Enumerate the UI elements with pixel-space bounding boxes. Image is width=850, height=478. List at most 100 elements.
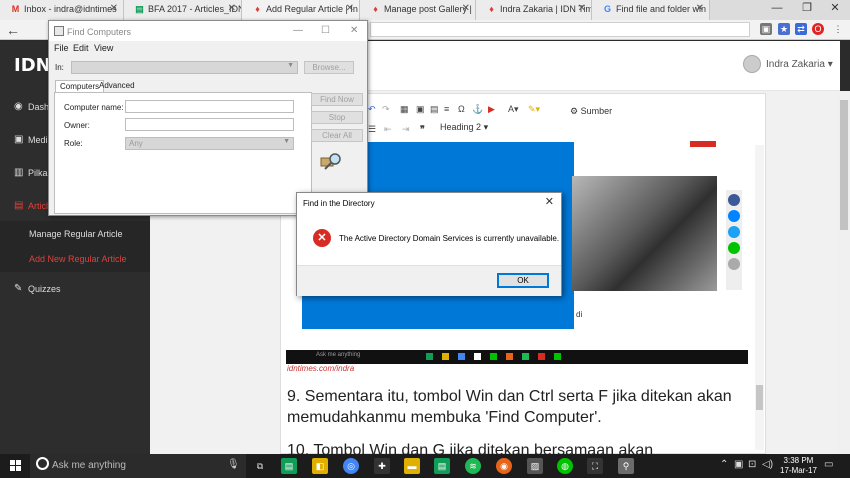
clear-all-button[interactable]: Clear All — [311, 129, 363, 142]
sidebar-item-quizzes[interactable]: ✎ Quizzes — [0, 276, 150, 302]
app-icon — [490, 353, 497, 360]
sheets-app-icon[interactable]: ▤ — [434, 458, 450, 474]
tab-gmail[interactable]: M Inbox - indra@idntimes ✕ — [0, 0, 124, 20]
heading-select[interactable]: Heading 2 ▾ — [440, 122, 488, 133]
sheets-app-icon[interactable]: ▤ — [281, 458, 297, 474]
owner-field[interactable] — [125, 118, 294, 131]
table-icon[interactable]: ▤ — [430, 104, 439, 115]
chrome-icon[interactable]: ◎ — [343, 458, 359, 474]
quote-icon[interactable]: ❞ — [420, 124, 425, 135]
windows-start-icon[interactable] — [10, 460, 22, 472]
align-icon[interactable]: ≡ — [444, 104, 449, 114]
user-menu[interactable]: Indra Zakaria ▾ — [766, 59, 833, 70]
menu-file[interactable]: File — [54, 43, 69, 53]
maximize-icon[interactable]: ❐ — [792, 0, 822, 18]
sticky-notes-icon[interactable]: ◧ — [312, 458, 328, 474]
source-icon: ⚙ — [570, 106, 578, 116]
role-select[interactable]: Any▼ — [125, 137, 294, 150]
maximize-icon[interactable]: ☐ — [321, 25, 330, 36]
sidebar-sub-manage-article[interactable]: Manage Regular Article — [0, 221, 150, 247]
url-field[interactable] — [370, 22, 750, 37]
messenger-icon[interactable] — [728, 210, 740, 222]
line-icon[interactable] — [728, 242, 740, 254]
find-computers-app-icon[interactable]: ⚲ — [618, 458, 634, 474]
app-grid-icon[interactable]: ✚ — [374, 458, 390, 474]
back-arrow-icon[interactable]: ← — [6, 22, 20, 38]
sumber-button[interactable]: ⚙ Sumber — [570, 106, 612, 117]
network-app-icon[interactable]: ⛶ — [587, 458, 603, 474]
dialog-title: Find in the Directory — [303, 199, 375, 208]
close-icon[interactable]: ✕ — [228, 3, 236, 14]
font-color-icon[interactable]: A▾ — [508, 104, 519, 115]
close-window-icon[interactable]: ✕ — [820, 0, 850, 18]
find-now-button[interactable]: Find Now — [311, 93, 363, 106]
opera-icon[interactable]: O — [812, 23, 824, 35]
list-icon[interactable]: ☰ — [368, 124, 376, 135]
spotify-icon[interactable]: ≋ — [465, 458, 481, 474]
image-icon[interactable]: ▣ — [416, 104, 425, 115]
sidebar-sub-add-article[interactable]: Add New Regular Article — [0, 246, 150, 272]
twitter-icon[interactable] — [728, 226, 740, 238]
close-icon[interactable]: ✕ — [346, 3, 354, 14]
video-icon[interactable]: ▶ — [488, 104, 495, 115]
close-icon[interactable]: ✕ — [545, 195, 554, 208]
close-icon[interactable]: ✕ — [350, 25, 358, 36]
tab-add-regular-article[interactable]: ♦ Add Regular Article | In ✕ — [242, 0, 360, 20]
facebook-icon[interactable] — [728, 194, 740, 206]
taskbar-clock[interactable]: 3:38 PM 17-Mar-17 — [780, 456, 817, 476]
bookmark-icon: ♦ — [370, 4, 381, 15]
dashboard-icon: ◉ — [14, 94, 23, 120]
translate-icon[interactable]: ▣ — [760, 23, 772, 35]
redo-icon[interactable]: ↷ — [382, 104, 390, 115]
extension-icon[interactable]: ★ — [778, 23, 790, 35]
tray-chevron-icon[interactable]: ⌃ — [720, 459, 728, 470]
menu-view[interactable]: View — [94, 43, 113, 53]
firefox-icon[interactable]: ◉ — [496, 458, 512, 474]
close-icon[interactable]: ✕ — [462, 3, 470, 14]
stop-button[interactable]: Stop — [311, 111, 363, 124]
omega-icon[interactable]: Ω — [458, 104, 465, 114]
tray-app-icon[interactable]: ▣ — [734, 459, 743, 470]
undo-icon[interactable]: ↶ — [368, 104, 376, 115]
tab-indra-zakaria[interactable]: ♦ Indra Zakaria | IDN Tim ✕ — [476, 0, 592, 20]
editor-scroll-thumb[interactable] — [756, 385, 763, 410]
notifications-icon[interactable]: ▭ — [824, 459, 833, 470]
outdent-icon[interactable]: ⇤ — [384, 124, 392, 135]
task-view-icon[interactable]: ⧉ — [252, 458, 268, 474]
tab-manage-post-gallery[interactable]: ♦ Manage post Gallery | I ✕ — [360, 0, 476, 20]
paste-icon[interactable]: ▦ — [400, 104, 409, 115]
tab-label: Inbox - indra@idntimes — [24, 4, 117, 14]
file-explorer-icon[interactable]: ▬ — [404, 458, 420, 474]
email-icon[interactable] — [728, 258, 740, 270]
highlight-icon[interactable]: ✎▾ — [528, 104, 540, 115]
sheets-icon: ▤ — [134, 4, 145, 15]
photos-icon[interactable]: ▨ — [527, 458, 543, 474]
line-app-icon[interactable]: ◍ — [557, 458, 573, 474]
ok-button[interactable]: OK — [497, 273, 549, 288]
tab-sheets[interactable]: ▤ BFA 2017 - Articles_IDN ✕ — [124, 0, 242, 20]
in-combo[interactable]: ▼ — [71, 61, 298, 74]
menu-icon[interactable]: ⋮ — [832, 23, 844, 35]
close-icon[interactable]: ✕ — [110, 3, 118, 14]
close-icon[interactable]: ✕ — [696, 3, 704, 14]
network-icon[interactable]: ⊡ — [748, 459, 756, 470]
minimize-icon[interactable]: — — [293, 25, 303, 36]
bookmark-icon: ♦ — [486, 4, 497, 15]
indent-icon[interactable]: ⇥ — [402, 124, 410, 135]
paragraph-10: 10. Tombol Win dan G jika ditekan bersam… — [287, 440, 747, 454]
gmail-icon: M — [10, 4, 21, 15]
bookmark-icon: ♦ — [252, 4, 263, 15]
computer-name-field[interactable] — [125, 100, 294, 113]
anchor-icon[interactable]: ⚓ — [472, 104, 483, 115]
microphone-icon[interactable]: 🎙 — [227, 459, 240, 470]
browse-button[interactable]: Browse... — [304, 61, 354, 74]
menu-edit[interactable]: Edit — [73, 43, 89, 53]
minimize-icon[interactable]: — — [762, 0, 792, 18]
volume-icon[interactable]: ◁) — [762, 459, 773, 470]
extension-icon[interactable]: ⇄ — [795, 23, 807, 35]
clock-date: 17-Mar-17 — [780, 466, 817, 476]
close-icon[interactable]: ✕ — [578, 3, 586, 14]
page-scroll-thumb[interactable] — [840, 100, 848, 230]
tab-find-file-folder[interactable]: G Find file and folder win ✕ — [592, 0, 710, 20]
avatar[interactable] — [743, 55, 761, 73]
